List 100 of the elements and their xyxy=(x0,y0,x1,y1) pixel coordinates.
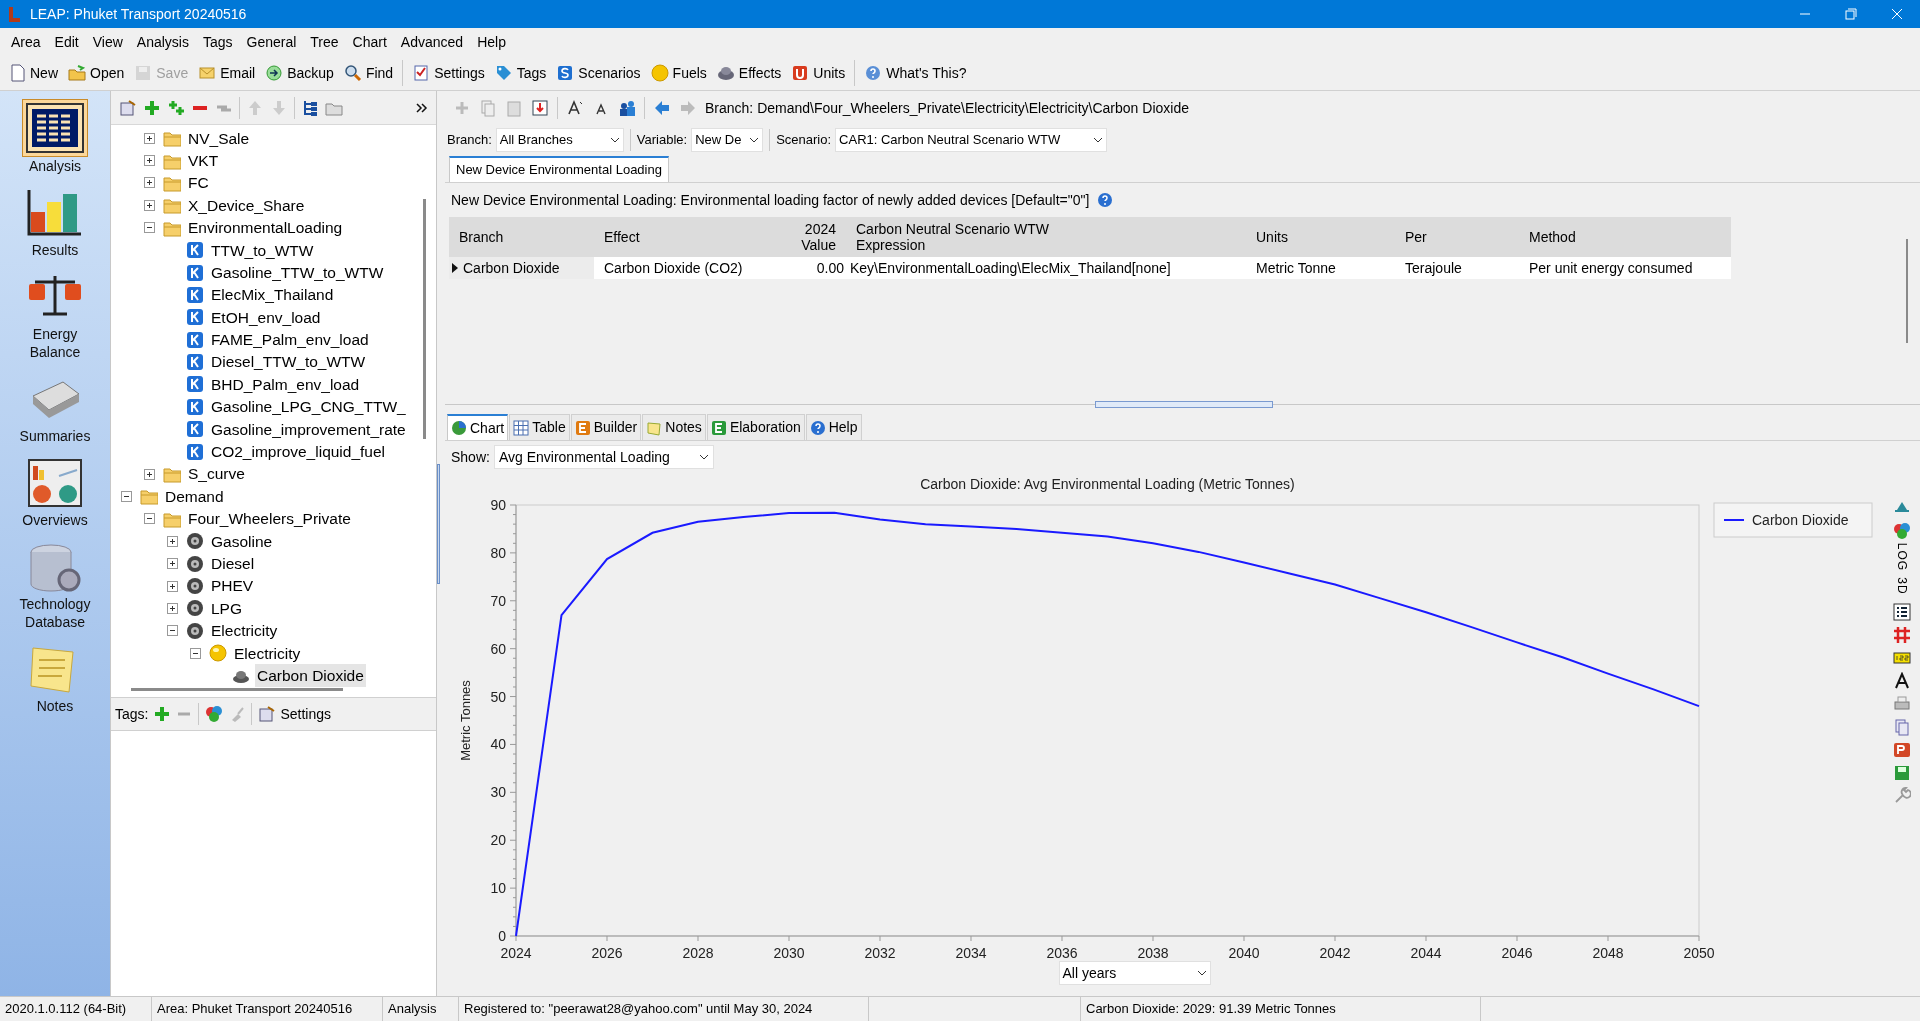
font-icon[interactable] xyxy=(1893,672,1911,690)
view-button[interactable]: Results xyxy=(7,181,103,261)
dropdown[interactable]: New De xyxy=(691,128,764,152)
printer-icon[interactable] xyxy=(1893,695,1911,713)
tab[interactable]: Table xyxy=(509,414,570,440)
tab[interactable]: Elaboration xyxy=(706,414,805,440)
branch-node[interactable]: X_Device_Share xyxy=(186,193,307,217)
scrollbar-thumb[interactable] xyxy=(423,199,426,439)
wrench-icon[interactable] xyxy=(1893,787,1911,805)
view-button[interactable]: Technology Database xyxy=(7,535,103,633)
menu-item[interactable]: Analysis xyxy=(129,31,196,53)
branch-node[interactable]: FC xyxy=(186,171,211,195)
menu-item[interactable]: General xyxy=(239,31,304,53)
tab[interactable]: Notes xyxy=(642,414,706,440)
branch-node[interactable]: S_curve xyxy=(186,462,247,486)
branch-node[interactable]: NV_Sale xyxy=(186,126,252,150)
splitter-handle[interactable] xyxy=(1095,401,1273,408)
toolbar-button[interactable]: Fuels xyxy=(646,59,711,87)
column-header[interactable]: Branch xyxy=(449,217,594,257)
column-header[interactable]: 2024 Value xyxy=(786,217,846,257)
copy-icon[interactable] xyxy=(1893,718,1911,736)
menu-item[interactable]: Tags xyxy=(195,31,240,53)
toolbar-button[interactable]: Units xyxy=(787,59,850,87)
branch-node[interactable]: PHEV xyxy=(209,574,256,598)
splitter-handle[interactable] xyxy=(437,463,440,584)
view-button[interactable]: Summaries xyxy=(7,367,103,447)
branch-node[interactable]: Gasoline xyxy=(209,529,275,553)
branch-node[interactable]: EnvironmentalLoading xyxy=(186,216,345,240)
toolbar-button[interactable]: Tags xyxy=(490,59,551,87)
branch-node[interactable]: Diesel_TTW_to_WTW xyxy=(209,350,368,374)
column-header[interactable]: Units xyxy=(1246,217,1395,257)
branch-node[interactable]: Four_Wheelers_Private xyxy=(186,507,353,531)
collapse-icon[interactable] xyxy=(167,625,178,637)
toolbar-button[interactable]: Effects xyxy=(712,59,786,87)
collapse-icon[interactable] xyxy=(121,490,132,502)
legend-icon[interactable] xyxy=(1893,603,1911,621)
shapes-icon[interactable] xyxy=(1893,522,1911,540)
branch-node[interactable]: BHD_Palm_env_load xyxy=(209,372,362,397)
toolbar-button[interactable]: Settings xyxy=(408,59,489,87)
help-icon[interactable] xyxy=(1097,192,1114,208)
menu-item[interactable]: View xyxy=(85,31,130,53)
column-header[interactable]: Method xyxy=(1519,217,1731,257)
properties-icon[interactable] xyxy=(119,98,137,117)
grid-icon[interactable] xyxy=(1893,626,1911,644)
branch-node[interactable]: FAME_Palm_env_load xyxy=(209,328,371,352)
branch-node[interactable]: Electricity xyxy=(232,641,303,665)
branch-node[interactable]: Gasoline_improvement_rate xyxy=(209,417,408,441)
tab[interactable]: New Device Environmental Loading xyxy=(449,156,669,182)
slides-icon[interactable] xyxy=(1893,741,1911,759)
import-icon[interactable] xyxy=(531,99,549,117)
expand-icon[interactable] xyxy=(144,199,155,211)
expand-icon[interactable] xyxy=(144,155,155,167)
chart-tool-button[interactable]: 3D xyxy=(1893,574,1911,598)
tab[interactable]: Builder xyxy=(570,414,642,440)
branch-node[interactable]: VKT xyxy=(186,148,221,173)
people-icon[interactable] xyxy=(618,99,636,117)
menu-item[interactable]: Help xyxy=(470,31,513,53)
plus-icon[interactable] xyxy=(154,706,171,722)
dropdown[interactable]: Avg Environmental Loading xyxy=(493,445,714,469)
menu-item[interactable]: Area xyxy=(4,31,48,53)
back-arrow-icon[interactable] xyxy=(653,99,671,117)
branch-node[interactable]: Diesel xyxy=(209,552,257,576)
branch-node[interactable]: TTW_to_WTW xyxy=(209,238,316,262)
settings-button[interactable]: Settings xyxy=(258,703,332,725)
branch-node[interactable]: Gasoline_LPG_CNG_TTW_ xyxy=(209,395,408,419)
column-header[interactable]: Effect xyxy=(594,217,786,257)
expand-icon[interactable] xyxy=(167,535,178,547)
branch-node[interactable]: Carbon Dioxide xyxy=(255,663,366,688)
view-button[interactable]: Overviews xyxy=(7,451,103,531)
font-larger-icon[interactable] xyxy=(566,99,584,117)
branch-node[interactable]: CO2_improve_liquid_fuel xyxy=(209,440,388,464)
branch-node[interactable]: EtOH_env_load xyxy=(209,305,323,329)
branch-node[interactable]: LPG xyxy=(209,596,244,621)
plus-icon[interactable] xyxy=(143,98,161,117)
number-tag-icon[interactable] xyxy=(1893,649,1911,667)
toolbar-button[interactable]: Scenarios xyxy=(552,59,645,87)
view-button[interactable]: Energy Balance xyxy=(7,265,103,363)
branch-node[interactable]: Gasoline_TTW_to_WTW xyxy=(209,260,386,285)
menu-item[interactable]: Advanced xyxy=(393,31,471,53)
menu-item[interactable]: Chart xyxy=(345,31,394,53)
dropdown[interactable]: CAR1: Carbon Neutral Scenario WTW xyxy=(835,128,1108,152)
clipboard-icon[interactable] xyxy=(505,99,523,117)
menu-item[interactable]: Tree xyxy=(303,31,346,53)
view-button[interactable]: Analysis xyxy=(7,97,103,177)
branch-node[interactable]: ElecMix_Thailand xyxy=(209,283,336,307)
shapes-icon[interactable] xyxy=(205,705,224,723)
column-header[interactable]: Per xyxy=(1395,217,1519,257)
expand-icon[interactable] xyxy=(144,132,155,144)
collapse-icon[interactable] xyxy=(190,647,201,659)
plus-icon[interactable] xyxy=(167,98,185,117)
collapse-icon[interactable] xyxy=(144,222,155,234)
scrollbar-thumb[interactable] xyxy=(1906,239,1908,343)
expand-icon[interactable] xyxy=(167,602,178,614)
expand-icon[interactable] xyxy=(144,468,155,480)
branch-node[interactable]: Electricity xyxy=(209,619,280,643)
toolbar-button[interactable]: Backup xyxy=(261,59,338,87)
toolbar-button[interactable]: Email xyxy=(194,59,260,87)
tree-icon[interactable] xyxy=(301,98,319,117)
scrollbar-thumb[interactable] xyxy=(131,688,343,691)
view-button[interactable]: Notes xyxy=(7,637,103,717)
